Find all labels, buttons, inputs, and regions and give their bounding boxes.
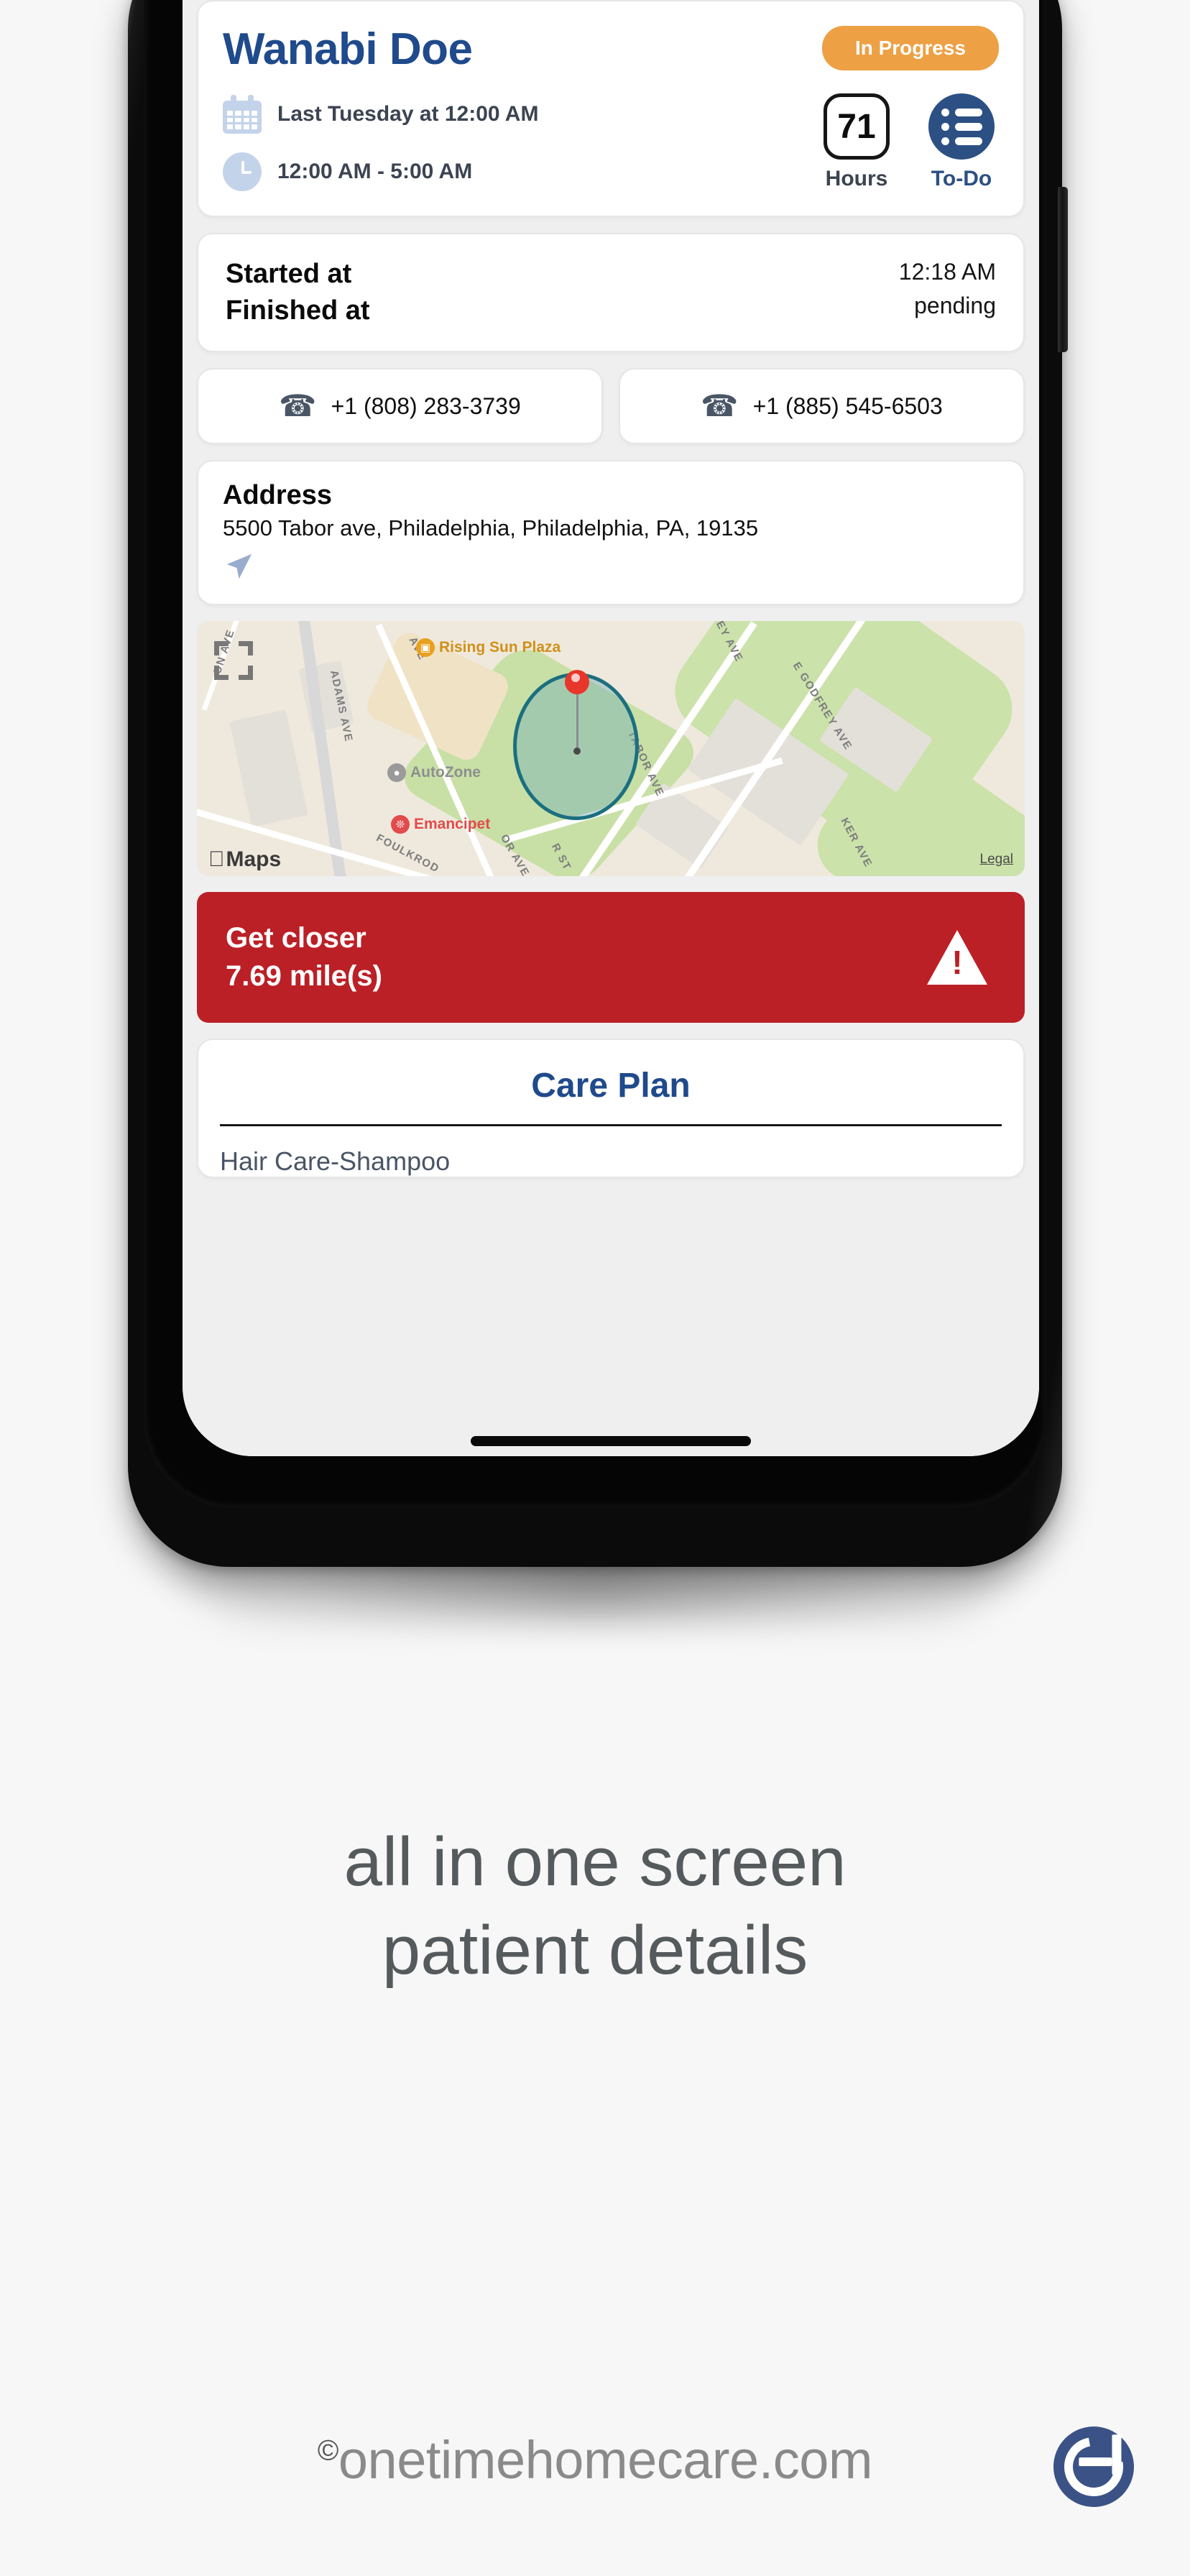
car-icon: ● xyxy=(387,763,406,782)
phone-icon: ☎ xyxy=(701,389,739,423)
calendar-icon xyxy=(223,95,262,134)
care-plan-divider xyxy=(220,1124,1002,1126)
footer-site: onetimehomecare.com xyxy=(338,2430,873,2490)
alert-text-block: Get closer 7.69 mile(s) xyxy=(226,922,382,993)
map-pin-icon xyxy=(565,670,589,694)
navigate-button[interactable] xyxy=(223,550,999,586)
phone-volume-down-button xyxy=(122,272,132,380)
patient-summary-card: Wanabi Doe In Progress Last Tuesday at 1… xyxy=(197,0,1025,217)
clock-icon xyxy=(223,152,262,191)
phone-power-button xyxy=(1058,187,1068,352)
todo-stat[interactable]: To-Do xyxy=(928,93,995,191)
map-poi: ▣ Rising Sun Plaza xyxy=(416,638,561,657)
visit-stats-column: 71 Hours To-Do xyxy=(824,93,999,191)
hours-value: 71 xyxy=(824,93,890,160)
warning-icon xyxy=(927,930,987,985)
visit-time-text: 12:00 AM - 5:00 AM xyxy=(277,160,473,183)
visit-date-text: Last Tuesday at 12:00 AM xyxy=(277,102,539,126)
phone-buttons-row: ☎ +1 (808) 283-3739 ☎ +1 (885) 545-6503 xyxy=(197,368,1025,444)
brand-logo-ring xyxy=(1052,2425,1135,2508)
call-primary-button[interactable]: ☎ +1 (808) 283-3739 xyxy=(197,368,603,444)
phone-icon: ☎ xyxy=(279,389,317,423)
map-poi: ● AutoZone xyxy=(387,763,481,782)
address-value: 5500 Tabor ave, Philadelphia, Philadelph… xyxy=(223,515,759,540)
alert-title: Get closer xyxy=(226,922,366,954)
home-indicator xyxy=(471,1436,751,1446)
location-map[interactable]: UN AVE ADAMS AVE TABOR AVE E GODFREY AVE… xyxy=(197,621,1025,876)
patient-card-bottom-row: Last Tuesday at 12:00 AM 12:00 AM - 5:00… xyxy=(223,93,999,191)
address-card: Address 5500 Tabor ave, Philadelphia, Ph… xyxy=(197,460,1025,605)
map-poi: ❊ Emancipet xyxy=(391,815,490,834)
visit-meta-column: Last Tuesday at 12:00 AM 12:00 AM - 5:00… xyxy=(223,95,538,191)
marketing-caption: all in one screen patient details xyxy=(0,1818,1190,1995)
session-times-card: Started at Finished at 12:18 AM pending xyxy=(197,233,1025,352)
phone-number-secondary: +1 (885) 545-6503 xyxy=(752,392,943,419)
care-plan-title: Care Plan xyxy=(531,1067,691,1105)
care-plan-card: Care Plan Hair Care-Shampoo xyxy=(197,1039,1025,1178)
phone-mockup: PATIENT DETAILS REPORT Wanabi Doe In Pro… xyxy=(128,0,1068,1639)
phone-frame-inner: PATIENT DETAILS REPORT Wanabi Doe In Pro… xyxy=(144,0,1046,1508)
visit-time-row: 12:00 AM - 5:00 AM xyxy=(223,152,538,191)
maps-wordmark: Maps xyxy=(210,847,282,871)
page-title: Wanabi Doe xyxy=(223,24,473,74)
map-poi-label: Emancipet xyxy=(414,816,491,832)
finished-at-label: Finished at xyxy=(226,295,370,326)
alert-distance: 7.69 mile(s) xyxy=(226,960,382,992)
map-poi-label: AutoZone xyxy=(410,764,481,781)
footer: ©onetimehomecare.com xyxy=(0,2429,1190,2490)
list-item[interactable]: Hair Care-Shampoo xyxy=(220,1146,1002,1177)
phone-frame-outer: PATIENT DETAILS REPORT Wanabi Doe In Pro… xyxy=(128,0,1068,1567)
map-pin-stem xyxy=(576,693,578,749)
status-badge: In Progress xyxy=(821,26,999,70)
paw-icon: ❊ xyxy=(391,815,410,834)
address-label: Address xyxy=(223,480,333,510)
map-legal-link[interactable]: Legal xyxy=(980,852,1014,868)
get-closer-alert[interactable]: Get closer 7.69 mile(s) xyxy=(197,892,1025,1023)
visit-date-row: Last Tuesday at 12:00 AM xyxy=(223,95,538,134)
apple-maps-attribution:  Maps xyxy=(208,847,281,872)
shop-icon: ▣ xyxy=(416,638,435,657)
hours-label: Hours xyxy=(825,167,888,190)
copyright-icon: © xyxy=(317,2434,338,2467)
navigation-arrow-icon xyxy=(226,553,252,579)
footer-copyright: ©onetimehomecare.com xyxy=(317,2429,873,2490)
brand-logo-crossbar xyxy=(1079,2457,1112,2467)
session-times-values: 12:18 AM pending xyxy=(899,259,996,326)
session-times-labels: Started at Finished at xyxy=(226,259,370,326)
map-poi-label: Rising Sun Plaza xyxy=(439,639,561,656)
caption-line-1: all in one screen xyxy=(343,1823,847,1900)
phone-screen: PATIENT DETAILS REPORT Wanabi Doe In Pro… xyxy=(183,0,1039,1456)
apple-logo-icon:  xyxy=(208,847,225,872)
phone-mute-switch xyxy=(122,7,132,65)
brand-logo-stem xyxy=(1112,2434,1122,2475)
list-icon xyxy=(928,93,995,160)
started-at-value: 12:18 AM xyxy=(898,259,996,285)
phone-number-primary: +1 (808) 283-3739 xyxy=(331,392,521,419)
map-pin-anchor xyxy=(573,748,581,755)
todo-label: To-Do xyxy=(931,167,992,190)
finished-at-value: pending xyxy=(914,293,996,318)
brand-logo-icon xyxy=(1052,2425,1135,2508)
app-scroll-body[interactable]: Wanabi Doe In Progress Last Tuesday at 1… xyxy=(183,0,1039,1456)
phone-volume-up-button xyxy=(122,138,132,246)
caption-line-2: patient details xyxy=(382,1911,808,1989)
started-at-label: Started at xyxy=(226,259,352,289)
patient-card-top-row: Wanabi Doe In Progress xyxy=(223,23,999,72)
hours-stat: 71 Hours xyxy=(824,93,890,191)
call-secondary-button[interactable]: ☎ +1 (885) 545-6503 xyxy=(619,368,1025,444)
